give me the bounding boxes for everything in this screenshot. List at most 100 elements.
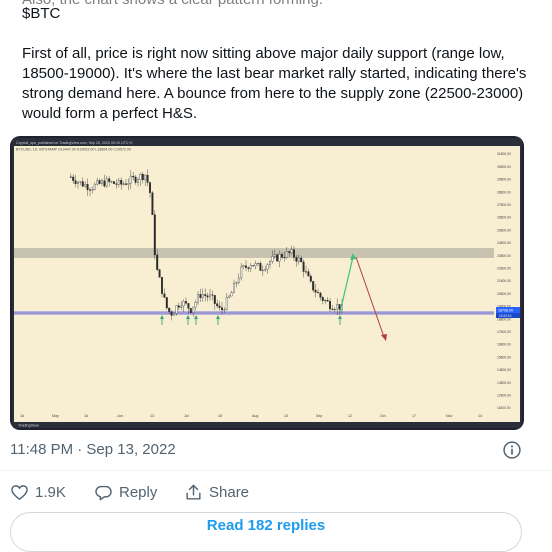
chart-footer bbox=[14, 422, 520, 428]
candle-body bbox=[293, 249, 295, 258]
candle-body bbox=[146, 174, 149, 183]
candle-body bbox=[211, 294, 214, 296]
candle-body bbox=[137, 179, 139, 183]
candle-body bbox=[113, 181, 115, 184]
price-tick-label: 24800.00 bbox=[497, 241, 511, 245]
price-tick-label: 20800.00 bbox=[497, 292, 511, 296]
candle-body bbox=[312, 281, 315, 291]
price-tick-label: 28800.00 bbox=[497, 190, 511, 194]
candle-body bbox=[96, 180, 99, 185]
candle-body bbox=[158, 269, 161, 278]
candle-body bbox=[86, 184, 89, 190]
price-tick-label: 23800.00 bbox=[497, 254, 511, 258]
candle-body bbox=[249, 265, 252, 269]
candle-body bbox=[254, 263, 257, 267]
candle-body bbox=[302, 261, 305, 272]
candle-body bbox=[307, 271, 310, 277]
candle-body bbox=[230, 292, 233, 297]
price-tick-label: 13800.00 bbox=[497, 381, 511, 385]
price-tick-label: 21800.00 bbox=[497, 279, 511, 283]
candle-body bbox=[283, 257, 286, 259]
price-tick-label: 27800.00 bbox=[497, 203, 511, 207]
candle-body bbox=[300, 257, 303, 263]
time-tick-label: 18 bbox=[218, 414, 222, 418]
candle-body bbox=[103, 180, 106, 187]
time-tick-label: 16 bbox=[20, 414, 24, 418]
price-badge-text: 18798.00 bbox=[498, 309, 513, 313]
price-tick-label: 11800.00 bbox=[497, 406, 511, 410]
time-tick-label: Aug bbox=[252, 414, 258, 418]
tweet-ticker[interactable]: $BTC bbox=[22, 4, 532, 24]
price-tick-label: 14800.00 bbox=[497, 368, 511, 372]
tweet-timestamp[interactable]: 11:48 PM · Sep 13, 2022 bbox=[10, 441, 176, 458]
candle-body bbox=[314, 289, 317, 293]
candle-body bbox=[290, 249, 293, 253]
candle-body bbox=[261, 269, 264, 271]
candle-body bbox=[144, 174, 147, 181]
tweet-media-chart[interactable]: Cryptoll_ops_published on TradingView.co… bbox=[10, 136, 524, 430]
candle-body bbox=[151, 192, 154, 215]
candle-body bbox=[235, 282, 238, 284]
candle-body bbox=[333, 309, 336, 311]
candle-body bbox=[177, 305, 180, 308]
candle-body bbox=[201, 294, 204, 298]
candle-body bbox=[285, 251, 288, 258]
candle-body bbox=[117, 179, 120, 185]
candle-body bbox=[175, 305, 178, 314]
candle-body bbox=[216, 303, 219, 307]
like-button[interactable]: 1.9K bbox=[10, 483, 66, 502]
divider bbox=[0, 470, 552, 471]
candle-body bbox=[149, 182, 151, 193]
candle-body bbox=[187, 303, 190, 309]
candle-body bbox=[98, 180, 101, 184]
candle-body bbox=[223, 309, 226, 311]
candle-body bbox=[122, 183, 125, 185]
price-tick-label: 25800.00 bbox=[497, 228, 511, 232]
candle-body bbox=[245, 265, 247, 268]
candle-body bbox=[77, 182, 79, 184]
candle-body bbox=[206, 295, 209, 298]
candle-body bbox=[134, 176, 137, 183]
heart-icon bbox=[11, 485, 28, 501]
candle-body bbox=[317, 292, 319, 294]
reply-button[interactable]: Reply bbox=[94, 483, 157, 502]
candle-body bbox=[72, 176, 75, 181]
candle-body bbox=[257, 263, 259, 265]
candle-body bbox=[194, 301, 197, 308]
price-tick-label: 26800.00 bbox=[497, 216, 511, 220]
candle-body bbox=[110, 181, 113, 183]
share-label: Share bbox=[209, 484, 250, 501]
tweet-text: $BTC First of all, price is right now si… bbox=[22, 4, 532, 124]
candle-body bbox=[276, 254, 279, 262]
chart-header-2: BTCUSD, 1D, BITSTAMP O19447.00 H19553.00… bbox=[16, 148, 131, 152]
candle-body bbox=[233, 282, 235, 293]
supply-zone bbox=[14, 248, 494, 258]
candle-body bbox=[338, 304, 341, 310]
candle-body bbox=[84, 184, 87, 187]
candle-body bbox=[163, 293, 166, 298]
candle-body bbox=[129, 175, 132, 184]
candle-body bbox=[281, 254, 283, 258]
tradingview-watermark: TradingView bbox=[18, 424, 39, 428]
candle-body bbox=[127, 183, 130, 185]
price-tick-label: 31800.00 bbox=[497, 152, 511, 156]
candle-body bbox=[89, 189, 91, 191]
candle-body bbox=[259, 263, 262, 271]
info-icon[interactable] bbox=[502, 440, 522, 460]
candle-body bbox=[170, 311, 173, 316]
time-tick-label: Sep bbox=[316, 414, 322, 418]
candle-body bbox=[336, 304, 339, 310]
candle-body bbox=[305, 271, 307, 273]
like-count: 1.9K bbox=[35, 484, 66, 501]
read-replies-button[interactable]: Read 182 replies bbox=[10, 512, 522, 552]
share-button[interactable]: Share bbox=[184, 483, 249, 502]
time-axis bbox=[14, 410, 520, 422]
candle-body bbox=[252, 265, 255, 267]
candle-body bbox=[199, 294, 202, 298]
candle-body bbox=[213, 295, 216, 304]
candle-body bbox=[74, 180, 77, 184]
candle-body bbox=[161, 277, 163, 294]
candle-body bbox=[115, 183, 118, 185]
candle-body bbox=[218, 305, 221, 308]
candle-body bbox=[189, 308, 192, 313]
